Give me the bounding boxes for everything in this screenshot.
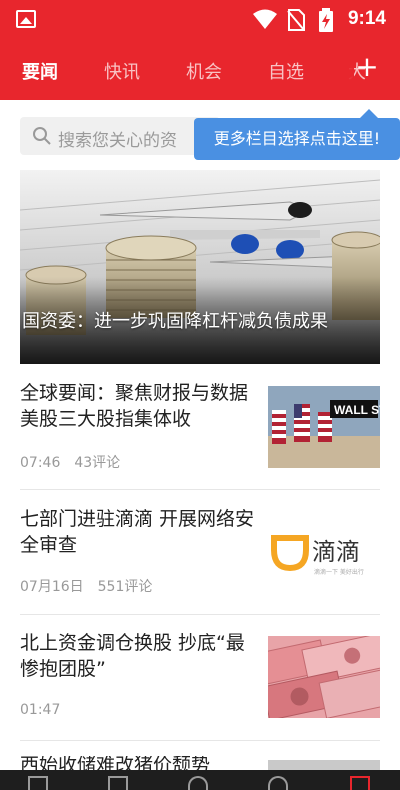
news-thumbnail: WALL ST [268, 386, 380, 468]
news-meta: 01:47 [20, 702, 60, 718]
search-icon [33, 127, 51, 145]
column-tip-tooltip[interactable]: 更多栏目选择点击这里! [194, 109, 400, 160]
add-column-plus-icon[interactable]: + [352, 52, 382, 82]
news-time: 07:46 [20, 455, 61, 471]
news-title[interactable]: 七部门进驻滴滴 开展网络安全审查 [20, 506, 256, 558]
wall-street-photo: WALL ST [268, 386, 380, 468]
tab-watchlist[interactable]: 自选 [268, 58, 304, 84]
tab-headlines[interactable]: 要闻 [22, 58, 58, 84]
didi-logo: 滴滴 滴滴一下 美好出行 [271, 535, 364, 576]
hero-article-image[interactable] [20, 170, 380, 364]
news-icon[interactable] [108, 776, 128, 790]
wifi-icon [253, 9, 277, 29]
news-thumbnail: 滴滴 滴滴一下 美好出行 [268, 510, 380, 592]
news-thumbnail [268, 760, 380, 770]
tab-flash[interactable]: 快讯 [104, 58, 140, 84]
thumb-text-wallst: WALL ST [334, 403, 380, 417]
didi-logo-subtext: 滴滴一下 美好出行 [314, 568, 364, 576]
bottom-navigation-bar [0, 770, 400, 790]
news-meta: 07月16日 551评论 [20, 576, 152, 596]
news-meta: 07:46 43评论 [20, 452, 120, 472]
status-time: 9:14 [347, 8, 386, 29]
news-comments: 43评论 [74, 455, 121, 471]
no-sim-icon [287, 9, 305, 31]
news-title[interactable]: 全球要闻：聚焦财报与数据 美股三大股指集体收 [20, 380, 256, 432]
divider [20, 614, 380, 615]
news-title[interactable]: 北上资金调仓换股 抄底“最惨抱团股” [20, 630, 256, 682]
news-time: 01:47 [20, 702, 61, 718]
category-tab-bar: 要闻 快讯 机会 自选 大 + [0, 40, 400, 100]
search-input[interactable]: 搜索您关心的资 [20, 117, 220, 155]
tab-opportunity[interactable]: 机会 [186, 58, 222, 84]
profile-icon[interactable] [350, 776, 370, 790]
news-comments: 551评论 [97, 579, 153, 595]
coins-and-pens-photo [20, 170, 380, 364]
list-item[interactable]: 西始收储难改猪价颓势 [20, 756, 380, 770]
image-notification-icon [16, 10, 36, 28]
banknotes-photo [268, 636, 380, 718]
news-thumbnail [268, 636, 380, 718]
status-bar: 9:14 [0, 0, 400, 40]
hero-article-title[interactable]: 国资委：进一步巩固降杠杆减负债成果 [22, 310, 362, 334]
news-time: 07月16日 [20, 579, 84, 595]
news-title[interactable]: 西始收储难改猪价颓势 [20, 756, 256, 770]
market-icon[interactable] [188, 776, 208, 790]
didi-logo-text: 滴滴 [312, 538, 360, 566]
divider [20, 489, 380, 490]
refresh-icon[interactable] [268, 776, 288, 790]
divider [20, 740, 380, 741]
home-icon[interactable] [28, 776, 48, 790]
tab-fade-overlay [314, 52, 354, 88]
battery-charging-icon [319, 8, 333, 32]
